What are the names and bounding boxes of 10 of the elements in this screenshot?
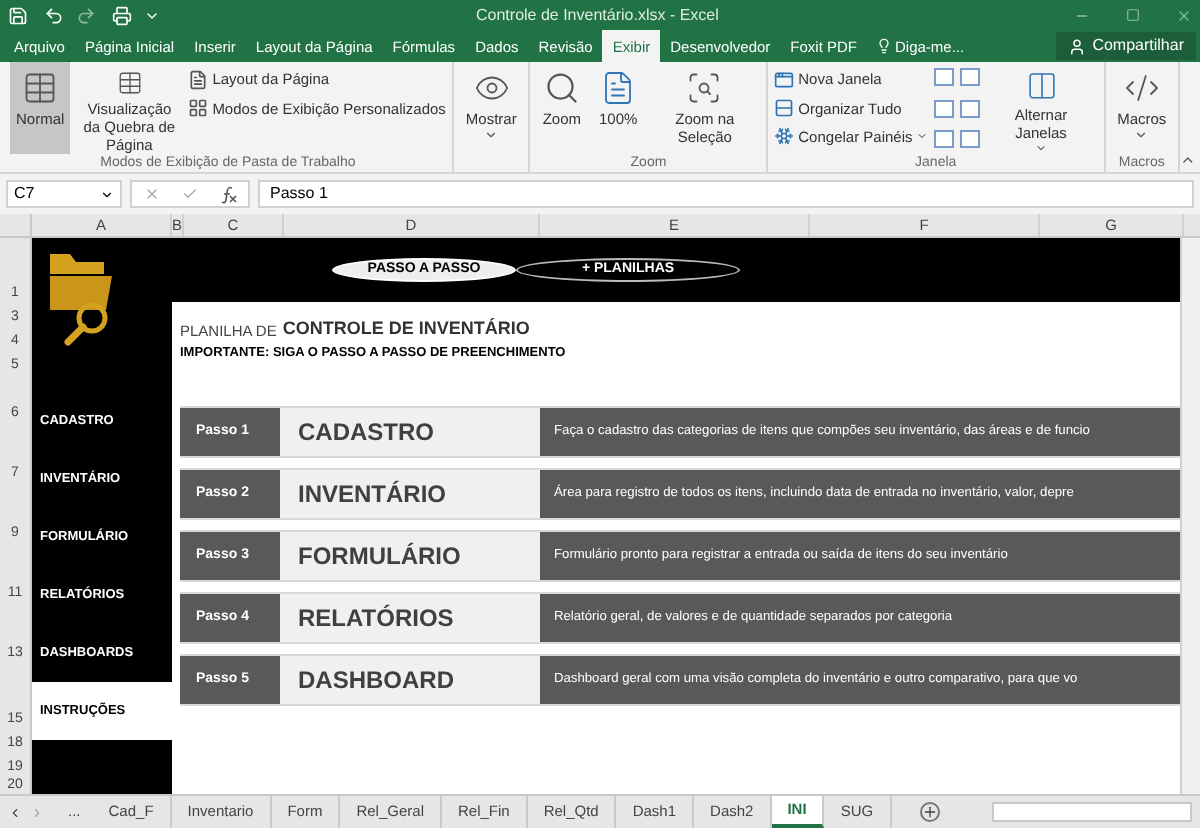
step-title: CADASTRO: [280, 407, 540, 456]
window-title: Controle de Inventário.xlsx - Excel: [476, 3, 719, 28]
heading-title: CONTROLE DE INVENTÁRIO: [282, 315, 530, 341]
step-title: INVENTÁRIO: [280, 469, 540, 518]
step-title: RELATÓRIOS: [280, 593, 540, 642]
share-button[interactable]: Compartilhar: [1056, 32, 1196, 61]
step-title: DASHBOARD: [280, 655, 540, 704]
step-title: FORMULÁRIO: [280, 531, 540, 580]
formula-field[interactable]: Passo 1: [258, 180, 1194, 209]
name-box[interactable]: C7: [6, 180, 122, 209]
